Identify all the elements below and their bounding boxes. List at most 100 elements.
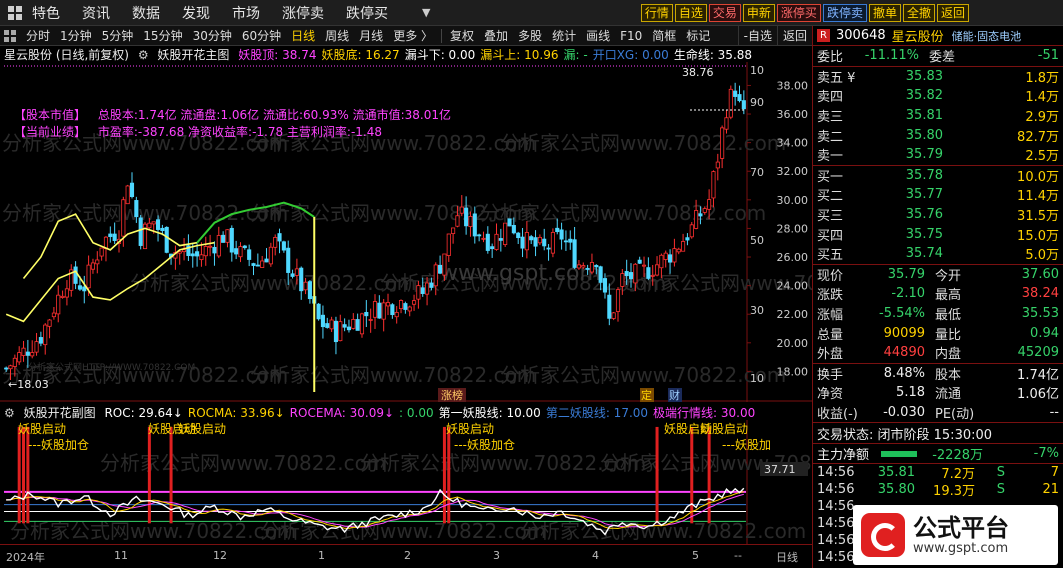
menu-item-data[interactable]: 数据	[132, 3, 160, 23]
stock-name: 星云股份	[891, 30, 944, 45]
main-indicator-name[interactable]: 妖股开花主图	[157, 48, 229, 62]
price-tick-label: 22.00	[777, 308, 809, 321]
quick-button[interactable]: 涨停买	[776, 4, 821, 22]
candle-body	[602, 278, 608, 293]
candle-body	[620, 273, 625, 287]
tool-button[interactable]: 叠加	[479, 26, 513, 46]
time-axis: 2024年 11 12 1 2 3 4 5 -- 日线	[0, 544, 812, 568]
order-row[interactable]: 卖一 35.79 2.5万	[813, 145, 1063, 165]
settings-gear-icon[interactable]: ⚙	[138, 48, 149, 62]
period-tab[interactable]: 日线	[286, 26, 320, 46]
trade-status-row: 交易状态: 闭市阶段 15:30:00	[813, 423, 1063, 443]
quick-button[interactable]: 返回	[936, 4, 969, 22]
concept-tag[interactable]: 储能·固态电池	[952, 28, 1022, 44]
quick-button[interactable]: 自选	[674, 4, 707, 22]
period-indicator[interactable]: 日线	[776, 549, 798, 565]
share-capital-label: 【股本市值】	[14, 108, 87, 122]
quick-button[interactable]: 全撤	[902, 4, 935, 22]
candle-body	[4, 367, 9, 370]
r-badge-icon: R	[817, 29, 830, 42]
order-row[interactable]: 卖二 35.80 82.7万	[813, 125, 1063, 145]
quick-button[interactable]: 行情	[640, 4, 673, 22]
tool-button[interactable]: F10	[615, 26, 647, 46]
candle-body	[537, 236, 542, 244]
sub-indicator-value: ROCMA: 33.96↓	[187, 406, 285, 420]
candle-body	[273, 237, 278, 248]
layout-grid-icon[interactable]	[4, 29, 16, 42]
period-tab[interactable]: 1分钟	[55, 26, 97, 46]
time-label: 3	[493, 549, 500, 562]
tool-button[interactable]: 统计	[547, 26, 581, 46]
tool-button[interactable]: 标记	[681, 26, 715, 46]
period-tab[interactable]: 更多 〉	[388, 26, 438, 46]
back-button[interactable]: 返回	[776, 26, 812, 46]
watermark-text: 分析家公式网www.70822.com	[2, 201, 288, 225]
order-row[interactable]: 买一 35.78 10.0万	[813, 166, 1063, 186]
order-label: 卖五 ¥	[817, 70, 856, 86]
order-label: 买三	[817, 209, 844, 225]
candle-body	[394, 312, 399, 318]
quick-button[interactable]: 交易	[708, 4, 741, 22]
tool-button[interactable]: 复权	[445, 26, 479, 46]
order-row[interactable]: 买三 35.76 31.5万	[813, 205, 1063, 225]
order-row[interactable]: 买二 35.77 11.4万	[813, 185, 1063, 205]
menu-item-features[interactable]: 特色	[32, 3, 60, 23]
sub-settings-gear-icon[interactable]: ⚙	[4, 406, 15, 420]
remove-watchlist-button[interactable]: -自选	[737, 26, 777, 46]
tick-price: 35.80	[877, 482, 915, 498]
tool-button[interactable]: 多股	[513, 26, 547, 46]
sub-indicator-name[interactable]: 妖股开花副图	[24, 406, 96, 420]
period-tab[interactable]: 月线	[354, 26, 388, 46]
period-tab[interactable]: 15分钟	[138, 26, 187, 46]
candle-body	[403, 303, 408, 310]
tool-button[interactable]: 简框	[647, 26, 681, 46]
menu-item-limit-down-buy[interactable]: 跌停买	[346, 3, 388, 23]
candle-body	[668, 254, 673, 263]
watermark-small: 分析家公式网HTTP://WWW.70822.COM	[28, 361, 195, 373]
candle-body	[60, 295, 65, 298]
tick-time: 14:56	[817, 465, 855, 481]
quick-button[interactable]: 申新	[742, 4, 775, 22]
quote-panel: R 300648 星云股份 储能·固态电池 委比 -11.11% 委差 -51 …	[812, 26, 1063, 568]
period-tab[interactable]: 分时	[21, 26, 55, 46]
bid-orders: 买一 35.78 10.0万 买二 35.77 11.4万 买三 35.76 31.5万 买四 35…	[813, 166, 1063, 264]
quick-button[interactable]: 跌停卖	[822, 4, 867, 22]
order-row[interactable]: 卖五 ¥ 35.83 1.8万	[813, 67, 1063, 87]
order-row[interactable]: 买四 35.75 15.0万	[813, 224, 1063, 244]
menu-dropdown-icon[interactable]: ▼	[422, 6, 430, 19]
high-marker: 38.76	[682, 66, 714, 79]
price-tick-label: 38.00	[777, 79, 809, 92]
candle-body	[628, 272, 634, 280]
order-row[interactable]: 买五 35.74 5.0万	[813, 244, 1063, 264]
menu-item-news[interactable]: 资讯	[82, 3, 110, 23]
period-tab[interactable]: 5分钟	[97, 26, 139, 46]
sub-indicator-chart[interactable]: 分析家公式网www.70822.com分析家公式网www.70822.com分析…	[0, 420, 812, 544]
candle-body	[516, 232, 521, 239]
period-tab[interactable]: 周线	[320, 26, 354, 46]
app-grid-icon[interactable]	[8, 5, 22, 20]
candle-body	[542, 238, 547, 247]
candle-body	[368, 319, 373, 321]
signal-bar	[17, 426, 21, 524]
quick-button[interactable]: 撤单	[868, 4, 901, 22]
candle-body	[121, 199, 126, 237]
quote-label: 涨幅	[817, 308, 844, 324]
period-tab[interactable]: 30分钟	[188, 26, 237, 46]
stock-code: 300648	[836, 28, 886, 43]
order-row[interactable]: 卖三 35.81 2.9万	[813, 106, 1063, 126]
candle-body	[728, 88, 733, 118]
candle-body	[34, 341, 39, 353]
menu-item-limit-up-sell[interactable]: 涨停卖	[282, 3, 324, 23]
candle-body	[472, 213, 477, 237]
order-volume: 1.8万	[1025, 70, 1059, 86]
menu-item-discover[interactable]: 发现	[182, 3, 210, 23]
period-tab[interactable]: 60分钟	[237, 26, 286, 46]
candle-body	[654, 264, 660, 276]
menu-item-market[interactable]: 市场	[232, 3, 260, 23]
order-price: 35.80	[905, 127, 943, 143]
candle-body	[234, 248, 239, 255]
candle-body	[268, 246, 273, 265]
tool-button[interactable]: 画线	[581, 26, 615, 46]
candle-body	[56, 294, 61, 315]
order-row[interactable]: 卖四 35.82 1.4万	[813, 86, 1063, 106]
